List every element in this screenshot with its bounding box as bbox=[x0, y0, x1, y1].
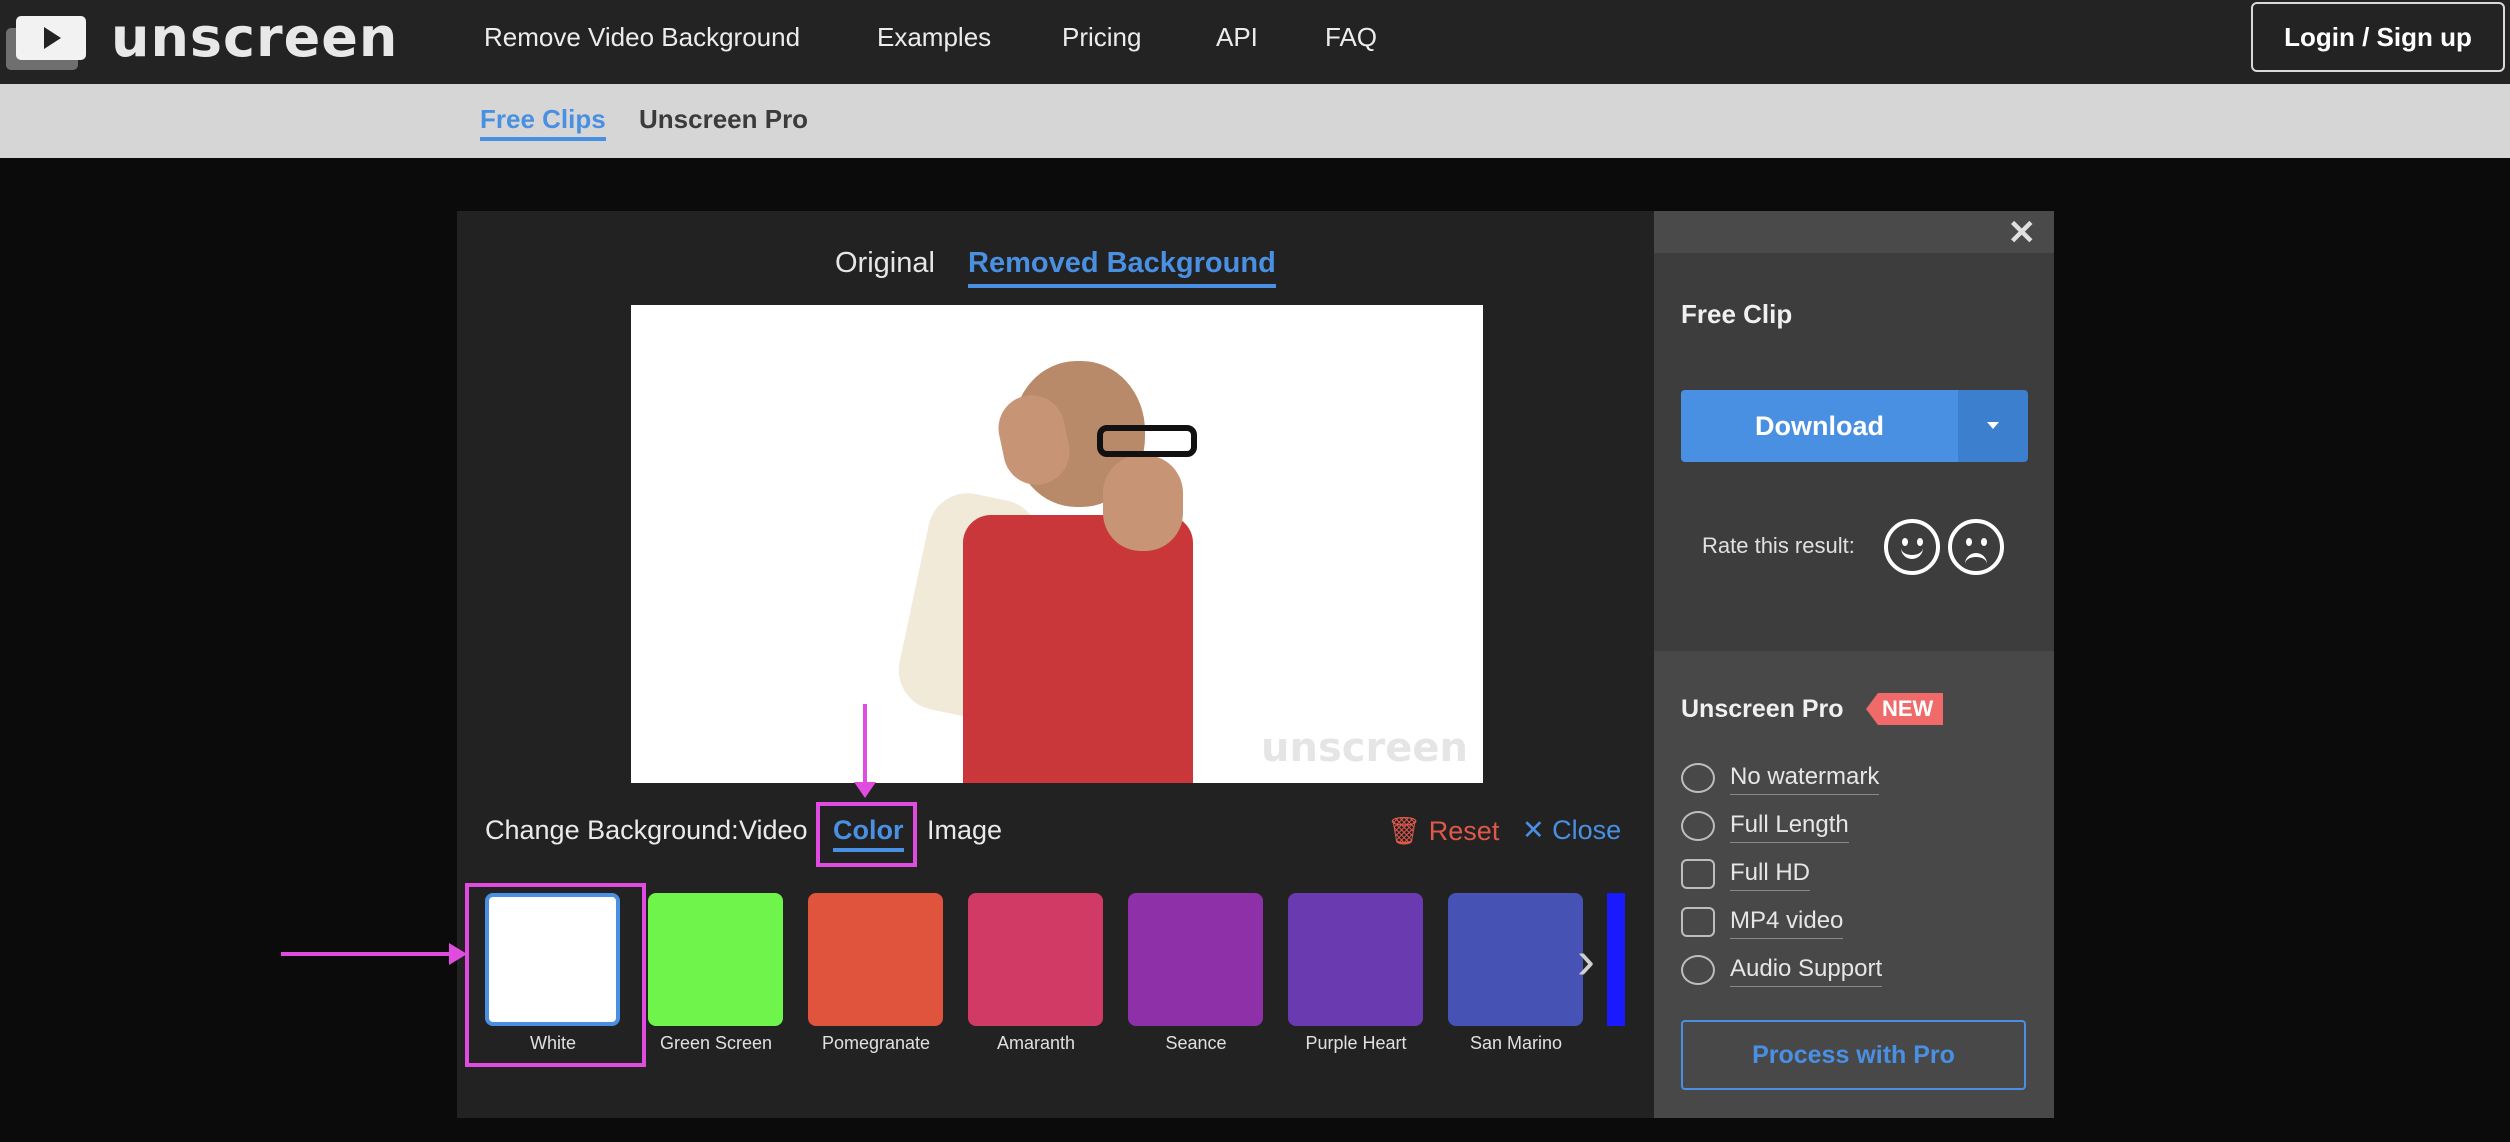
sad-face-icon[interactable] bbox=[1948, 519, 2004, 575]
free-clip-title: Free Clip bbox=[1681, 299, 1793, 329]
reset-label: Reset bbox=[1428, 816, 1500, 846]
feature-label[interactable]: Full HD bbox=[1730, 859, 1811, 891]
side-panel-header: ✕ bbox=[1654, 211, 2054, 253]
unscreen-logo[interactable]: unscreen bbox=[6, 6, 397, 72]
logo-play-icon bbox=[6, 16, 86, 70]
reset-button[interactable]: 🗑 Reset bbox=[1387, 815, 1499, 847]
nav-api[interactable]: API bbox=[1216, 22, 1258, 53]
bg-tab-video[interactable]: Video bbox=[739, 815, 808, 846]
play-icon bbox=[1681, 907, 1715, 937]
unscreen-pro-title: Unscreen Pro bbox=[1681, 695, 1844, 723]
sub-nav: Free Clips Unscreen Pro bbox=[0, 84, 2510, 158]
annotation-arrow-head bbox=[854, 782, 876, 798]
swatch-label: San Marino bbox=[1469, 1033, 1563, 1053]
download-options-caret-icon[interactable] bbox=[1958, 390, 2028, 462]
nav-remove-video-background[interactable]: Remove Video Background bbox=[484, 22, 800, 53]
bg-tab-image[interactable]: Image bbox=[927, 815, 1002, 846]
change-background-label: Change Background: bbox=[485, 815, 739, 845]
annotation-arrow-head bbox=[449, 943, 467, 965]
swatch-label: White bbox=[529, 1033, 576, 1053]
download-button[interactable]: Download bbox=[1681, 390, 1958, 462]
swatch-san-marino[interactable] bbox=[1448, 893, 1583, 1026]
tab-removed-background[interactable]: Removed Background bbox=[968, 247, 1276, 288]
editor-panel: Original Removed Background unscreen Cha… bbox=[457, 211, 1654, 1118]
feature-label[interactable]: Audio Support bbox=[1730, 955, 1883, 987]
preview-subject-glasses bbox=[1097, 425, 1197, 457]
swatch-label: Amaranth bbox=[996, 1033, 1076, 1053]
swatch-label: Purple Heart bbox=[1305, 1033, 1407, 1053]
tab-original[interactable]: Original bbox=[835, 247, 935, 280]
feature-label[interactable]: MP4 video bbox=[1730, 907, 1844, 939]
smiley-face-icon[interactable] bbox=[1884, 519, 1940, 575]
chevron-right-icon[interactable]: › bbox=[1577, 929, 1595, 991]
no-watermark-icon bbox=[1681, 763, 1715, 793]
feature-label[interactable]: Full Length bbox=[1730, 811, 1849, 843]
tab-free-clips[interactable]: Free Clips bbox=[480, 104, 606, 141]
swatch-white[interactable] bbox=[485, 893, 620, 1026]
trash-icon: 🗑 bbox=[1387, 816, 1422, 846]
close-icon: ✕ bbox=[1522, 815, 1545, 845]
swatch-label: Seance bbox=[1165, 1033, 1227, 1053]
rate-result-label: Rate this result: bbox=[1702, 533, 1855, 558]
tab-unscreen-pro[interactable]: Unscreen Pro bbox=[639, 104, 808, 135]
side-panel: ✕ Free Clip Download Rate this result: U… bbox=[1654, 211, 2054, 1118]
swatch-purple-heart[interactable] bbox=[1288, 893, 1423, 1026]
feature-label[interactable]: No watermark bbox=[1730, 763, 1880, 795]
clock-icon bbox=[1681, 811, 1715, 841]
preview-subject-hand bbox=[1103, 455, 1183, 551]
nav-pricing[interactable]: Pricing bbox=[1062, 22, 1141, 53]
close-label: Close bbox=[1552, 815, 1622, 845]
unscreen-watermark: unscreen bbox=[1261, 725, 1468, 771]
close-icon[interactable]: ✕ bbox=[2008, 213, 2037, 253]
swatch-partial[interactable] bbox=[1607, 893, 1625, 1026]
speaker-icon bbox=[1681, 955, 1715, 985]
unscreen-pro-section: Unscreen Pro NEW No watermark Full Lengt… bbox=[1654, 651, 2054, 1118]
swatch-amaranth[interactable] bbox=[968, 893, 1103, 1026]
swatch-seance[interactable] bbox=[1128, 893, 1263, 1026]
top-nav: unscreen Remove Video Background Example… bbox=[0, 0, 2510, 84]
swatch-pomegranate[interactable] bbox=[808, 893, 943, 1026]
color-swatch-strip: White Green Screen Pomegranate Amaranth … bbox=[457, 879, 1654, 1067]
hd-monitor-icon bbox=[1681, 859, 1715, 889]
process-with-pro-button[interactable]: Process with Pro bbox=[1681, 1020, 2026, 1090]
login-signup-button[interactable]: Login / Sign up bbox=[2251, 2, 2505, 72]
annotation-arrow-down bbox=[863, 704, 867, 786]
swatch-green-screen[interactable] bbox=[648, 893, 783, 1026]
swatch-label: Pomegranate bbox=[821, 1033, 931, 1053]
preview-subject-body bbox=[963, 515, 1193, 783]
annotation-highlight-color-tab bbox=[816, 802, 917, 867]
annotation-arrow-right bbox=[281, 952, 451, 956]
new-badge: NEW bbox=[1866, 693, 1944, 725]
swatch-label: Green Screen bbox=[659, 1033, 773, 1053]
logo-text: unscreen bbox=[111, 6, 399, 69]
video-preview[interactable]: unscreen bbox=[631, 305, 1483, 783]
nav-faq[interactable]: FAQ bbox=[1325, 22, 1377, 53]
nav-examples[interactable]: Examples bbox=[877, 22, 991, 53]
close-background-button[interactable]: ✕ Close bbox=[1522, 815, 1621, 846]
